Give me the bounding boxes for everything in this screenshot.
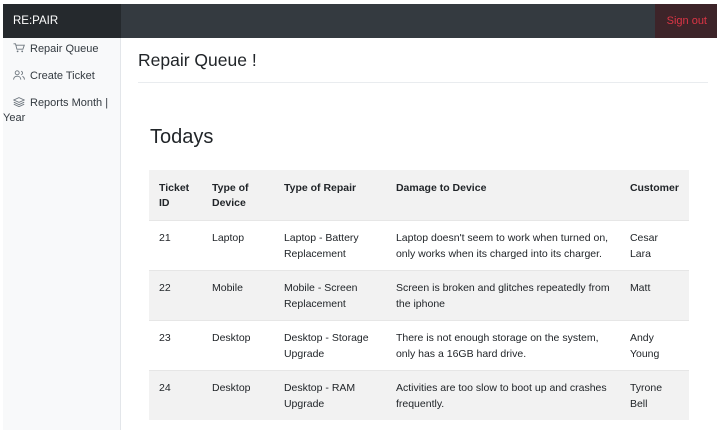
cell-repair: Desktop - Storage Upgrade (283, 332, 369, 360)
cell-device: Laptop (211, 232, 245, 244)
sidebar-item-reports[interactable]: Reports Month | Year (3, 96, 121, 126)
column-header-ticket-id: Ticket ID (159, 182, 190, 209)
cell-ticket-id: 21 (159, 232, 171, 244)
sidebar-item-label: Reports Month | (30, 97, 109, 109)
table-row: 22 Mobile Mobile - Screen Replacement Scr… (149, 270, 689, 321)
column-header-type-of-repair: Type of Repair (283, 182, 357, 194)
column-header-damage: Damage to Device (395, 182, 487, 194)
cell-customer: Matt (629, 282, 651, 294)
cell-customer: Cesar Lara (629, 232, 658, 260)
brand-logo[interactable]: RE:PAIR (3, 4, 121, 38)
cell-damage: There is not enough storage on the syste… (395, 332, 599, 360)
cell-customer: Andy Young (629, 332, 660, 360)
cell-repair: Laptop - Battery Replacement (283, 232, 359, 260)
page-title: Repair Queue ! (138, 50, 257, 70)
layers-icon (13, 97, 25, 107)
cell-ticket-id: 24 (159, 382, 171, 394)
cell-ticket-id: 22 (159, 282, 171, 294)
cart-icon (13, 43, 25, 53)
cell-damage: Activities are too slow to boot up and c… (395, 382, 607, 410)
cell-repair: Mobile - Screen Replacement (283, 282, 358, 310)
cell-customer: Tyrone Bell (629, 382, 663, 410)
cell-repair: Desktop - RAM Upgrade (283, 382, 356, 410)
cell-ticket-id: 23 (159, 332, 171, 344)
sidebar-item-create-ticket[interactable]: Create Ticket (3, 69, 121, 84)
sidebar-item-repair-queue[interactable]: Repair Queue (3, 42, 121, 57)
divider (138, 82, 708, 83)
main-content: Repair Queue ! Todays Ticket ID Type of De… (121, 38, 717, 430)
column-header-type-of-device: Type of Device (211, 182, 249, 209)
cell-device: Desktop (211, 382, 251, 394)
sidebar-item-label: Repair Queue (30, 43, 99, 55)
section-title: Todays (150, 126, 214, 148)
top-navbar: RE:PAIR Sign out (3, 4, 717, 38)
users-icon (13, 70, 25, 80)
table-row: 23 Desktop Desktop - Storage Upgrade Ther… (149, 320, 689, 371)
cell-damage: Screen is broken and glitches repeatedly… (395, 282, 610, 310)
sidebar-item-label-cont: Year (3, 112, 26, 124)
cell-damage: Laptop doesn't seem to work when turned … (395, 232, 609, 260)
column-header-customer: Customer (629, 182, 679, 194)
table-row: 24 Desktop Desktop - RAM Upgrade Activiti… (149, 370, 689, 420)
sidebar-item-label: Create Ticket (30, 70, 95, 82)
tickets-table: Ticket ID Type of Device Type of Repair Da… (149, 170, 689, 420)
table-row: 21 Laptop Laptop - Battery Replacement La… (149, 220, 689, 271)
cell-device: Mobile (211, 282, 243, 294)
sign-out-link[interactable]: Sign out (655, 4, 717, 38)
table-header-row: Ticket ID Type of Device Type of Repair Da… (149, 170, 689, 221)
sidebar: Repair Queue Create Ticket Reports Month… (3, 38, 121, 430)
cell-device: Desktop (211, 332, 251, 344)
